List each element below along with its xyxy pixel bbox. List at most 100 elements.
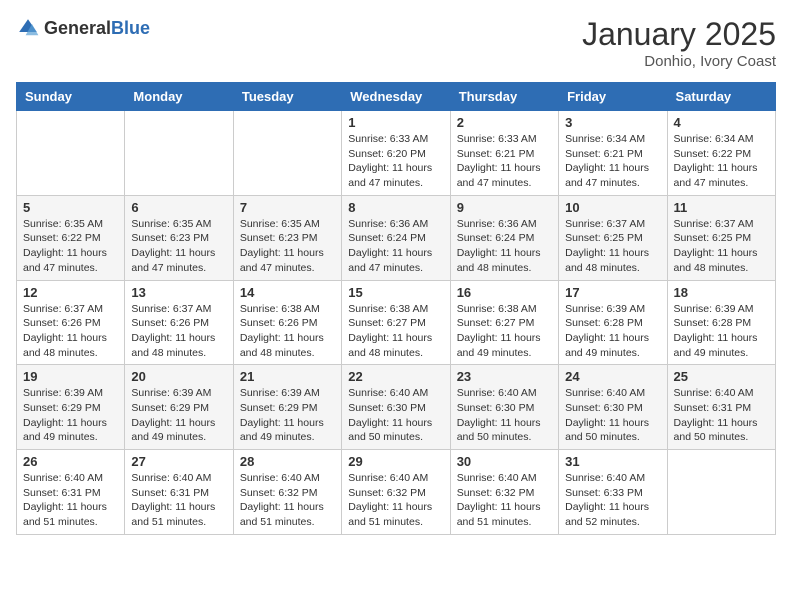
calendar-week-row: 5Sunrise: 6:35 AMSunset: 6:22 PMDaylight… — [17, 195, 776, 280]
day-info: Sunrise: 6:40 AMSunset: 6:30 PMDaylight:… — [457, 386, 552, 445]
day-info: Sunrise: 6:37 AMSunset: 6:25 PMDaylight:… — [674, 217, 769, 276]
day-number: 28 — [240, 454, 335, 469]
day-info: Sunrise: 6:38 AMSunset: 6:26 PMDaylight:… — [240, 302, 335, 361]
day-info: Sunrise: 6:40 AMSunset: 6:30 PMDaylight:… — [565, 386, 660, 445]
calendar-week-row: 12 Sunrise: 6:37 AMSunset: 6:26 PMDayligh… — [17, 280, 776, 365]
calendar-day-cell: 17Sunrise: 6:39 AMSunset: 6:28 PMDayligh… — [559, 280, 667, 365]
day-number: 13 — [131, 285, 226, 300]
day-info: Sunrise: 6:40 AMSunset: 6:32 PMDaylight:… — [348, 471, 443, 530]
calendar-day-cell: 5Sunrise: 6:35 AMSunset: 6:22 PMDaylight… — [17, 195, 125, 280]
day-info: Sunrise: 6:39 AMSunset: 6:28 PMDaylight:… — [674, 302, 769, 361]
day-number: 31 — [565, 454, 660, 469]
calendar-day-cell: 18 Sunrise: 6:39 AMSunset: 6:28 PMDayligh… — [667, 280, 775, 365]
calendar-day-cell — [233, 111, 341, 196]
calendar-day-cell — [125, 111, 233, 196]
day-info: Sunrise: 6:39 AMSunset: 6:29 PMDaylight:… — [23, 386, 118, 445]
calendar-day-cell: 26 Sunrise: 6:40 AMSunset: 6:31 PMDayligh… — [17, 450, 125, 535]
calendar-day-cell: 3Sunrise: 6:34 AMSunset: 6:21 PMDaylight… — [559, 111, 667, 196]
day-number: 9 — [457, 200, 552, 215]
day-info: Sunrise: 6:40 AMSunset: 6:31 PMDaylight:… — [674, 386, 769, 445]
day-info: Sunrise: 6:40 AMSunset: 6:31 PMDaylight:… — [23, 471, 118, 530]
day-number: 30 — [457, 454, 552, 469]
day-info: Sunrise: 6:33 AMSunset: 6:20 PMDaylight:… — [348, 132, 443, 191]
weekday-header-cell: Monday — [125, 83, 233, 111]
day-number: 8 — [348, 200, 443, 215]
day-number: 29 — [348, 454, 443, 469]
day-info: Sunrise: 6:40 AMSunset: 6:33 PMDaylight:… — [565, 471, 660, 530]
logo-blue: Blue — [111, 18, 150, 38]
day-info: Sunrise: 6:40 AMSunset: 6:30 PMDaylight:… — [348, 386, 443, 445]
calendar-week-row: 26 Sunrise: 6:40 AMSunset: 6:31 PMDayligh… — [17, 450, 776, 535]
day-number: 16 — [457, 285, 552, 300]
weekday-header-cell: Saturday — [667, 83, 775, 111]
calendar-day-cell: 27Sunrise: 6:40 AMSunset: 6:31 PMDayligh… — [125, 450, 233, 535]
day-number: 24 — [565, 369, 660, 384]
day-number: 19 — [23, 369, 118, 384]
weekday-header-cell: Tuesday — [233, 83, 341, 111]
calendar-table: SundayMondayTuesdayWednesdayThursdayFrid… — [16, 82, 776, 535]
calendar-day-cell: 29 Sunrise: 6:40 AMSunset: 6:32 PMDayligh… — [342, 450, 450, 535]
calendar-body: 1 Sunrise: 6:33 AMSunset: 6:20 PMDaylight… — [17, 111, 776, 535]
day-info: Sunrise: 6:39 AMSunset: 6:29 PMDaylight:… — [131, 386, 226, 445]
calendar-day-cell: 10 Sunrise: 6:37 AMSunset: 6:25 PMDayligh… — [559, 195, 667, 280]
day-info: Sunrise: 6:39 AMSunset: 6:28 PMDaylight:… — [565, 302, 660, 361]
day-info: Sunrise: 6:34 AMSunset: 6:22 PMDaylight:… — [674, 132, 769, 191]
day-number: 21 — [240, 369, 335, 384]
day-info: Sunrise: 6:40 AMSunset: 6:32 PMDaylight:… — [240, 471, 335, 530]
day-number: 26 — [23, 454, 118, 469]
day-number: 2 — [457, 115, 552, 130]
calendar-day-cell: 1 Sunrise: 6:33 AMSunset: 6:20 PMDaylight… — [342, 111, 450, 196]
calendar-day-cell: 22 Sunrise: 6:40 AMSunset: 6:30 PMDayligh… — [342, 365, 450, 450]
calendar-week-row: 1 Sunrise: 6:33 AMSunset: 6:20 PMDaylight… — [17, 111, 776, 196]
day-info: Sunrise: 6:40 AMSunset: 6:32 PMDaylight:… — [457, 471, 552, 530]
day-number: 11 — [674, 200, 769, 215]
day-info: Sunrise: 6:39 AMSunset: 6:29 PMDaylight:… — [240, 386, 335, 445]
calendar-day-cell: 28 Sunrise: 6:40 AMSunset: 6:32 PMDayligh… — [233, 450, 341, 535]
day-number: 7 — [240, 200, 335, 215]
day-number: 15 — [348, 285, 443, 300]
day-info: Sunrise: 6:34 AMSunset: 6:21 PMDaylight:… — [565, 132, 660, 191]
logo-icon — [16, 16, 40, 40]
weekday-header-cell: Wednesday — [342, 83, 450, 111]
calendar-day-cell: 2 Sunrise: 6:33 AMSunset: 6:21 PMDaylight… — [450, 111, 558, 196]
calendar-day-cell: 23 Sunrise: 6:40 AMSunset: 6:30 PMDayligh… — [450, 365, 558, 450]
day-number: 5 — [23, 200, 118, 215]
calendar-day-cell: 20Sunrise: 6:39 AMSunset: 6:29 PMDayligh… — [125, 365, 233, 450]
calendar-day-cell: 16 Sunrise: 6:38 AMSunset: 6:27 PMDayligh… — [450, 280, 558, 365]
page-header: GeneralBlue January 2025 Donhio, Ivory C… — [16, 16, 776, 70]
calendar-day-cell: 8Sunrise: 6:36 AMSunset: 6:24 PMDaylight… — [342, 195, 450, 280]
calendar-day-cell: 4Sunrise: 6:34 AMSunset: 6:22 PMDaylight… — [667, 111, 775, 196]
day-info: Sunrise: 6:33 AMSunset: 6:21 PMDaylight:… — [457, 132, 552, 191]
calendar-day-cell: 30 Sunrise: 6:40 AMSunset: 6:32 PMDayligh… — [450, 450, 558, 535]
day-number: 12 — [23, 285, 118, 300]
calendar-day-cell: 9 Sunrise: 6:36 AMSunset: 6:24 PMDaylight… — [450, 195, 558, 280]
day-number: 23 — [457, 369, 552, 384]
calendar-day-cell: 6 Sunrise: 6:35 AMSunset: 6:23 PMDaylight… — [125, 195, 233, 280]
weekday-header-row: SundayMondayTuesdayWednesdayThursdayFrid… — [17, 83, 776, 111]
calendar-week-row: 19 Sunrise: 6:39 AMSunset: 6:29 PMDayligh… — [17, 365, 776, 450]
calendar-day-cell: 21 Sunrise: 6:39 AMSunset: 6:29 PMDayligh… — [233, 365, 341, 450]
weekday-header-cell: Thursday — [450, 83, 558, 111]
day-number: 14 — [240, 285, 335, 300]
calendar-day-cell: 25Sunrise: 6:40 AMSunset: 6:31 PMDayligh… — [667, 365, 775, 450]
day-number: 27 — [131, 454, 226, 469]
day-number: 22 — [348, 369, 443, 384]
day-info: Sunrise: 6:35 AMSunset: 6:23 PMDaylight:… — [131, 217, 226, 276]
calendar-day-cell: 15 Sunrise: 6:38 AMSunset: 6:27 PMDayligh… — [342, 280, 450, 365]
weekday-header-cell: Friday — [559, 83, 667, 111]
day-number: 1 — [348, 115, 443, 130]
day-info: Sunrise: 6:38 AMSunset: 6:27 PMDaylight:… — [348, 302, 443, 361]
day-info: Sunrise: 6:37 AMSunset: 6:25 PMDaylight:… — [565, 217, 660, 276]
location-title: Donhio, Ivory Coast — [582, 53, 776, 70]
day-info: Sunrise: 6:37 AMSunset: 6:26 PMDaylight:… — [23, 302, 118, 361]
day-number: 10 — [565, 200, 660, 215]
day-info: Sunrise: 6:38 AMSunset: 6:27 PMDaylight:… — [457, 302, 552, 361]
logo: GeneralBlue — [16, 16, 150, 40]
calendar-day-cell: 24 Sunrise: 6:40 AMSunset: 6:30 PMDayligh… — [559, 365, 667, 450]
calendar-day-cell: 14 Sunrise: 6:38 AMSunset: 6:26 PMDayligh… — [233, 280, 341, 365]
calendar-day-cell — [17, 111, 125, 196]
day-info: Sunrise: 6:36 AMSunset: 6:24 PMDaylight:… — [457, 217, 552, 276]
day-number: 18 — [674, 285, 769, 300]
calendar-day-cell: 7Sunrise: 6:35 AMSunset: 6:23 PMDaylight… — [233, 195, 341, 280]
day-number: 6 — [131, 200, 226, 215]
